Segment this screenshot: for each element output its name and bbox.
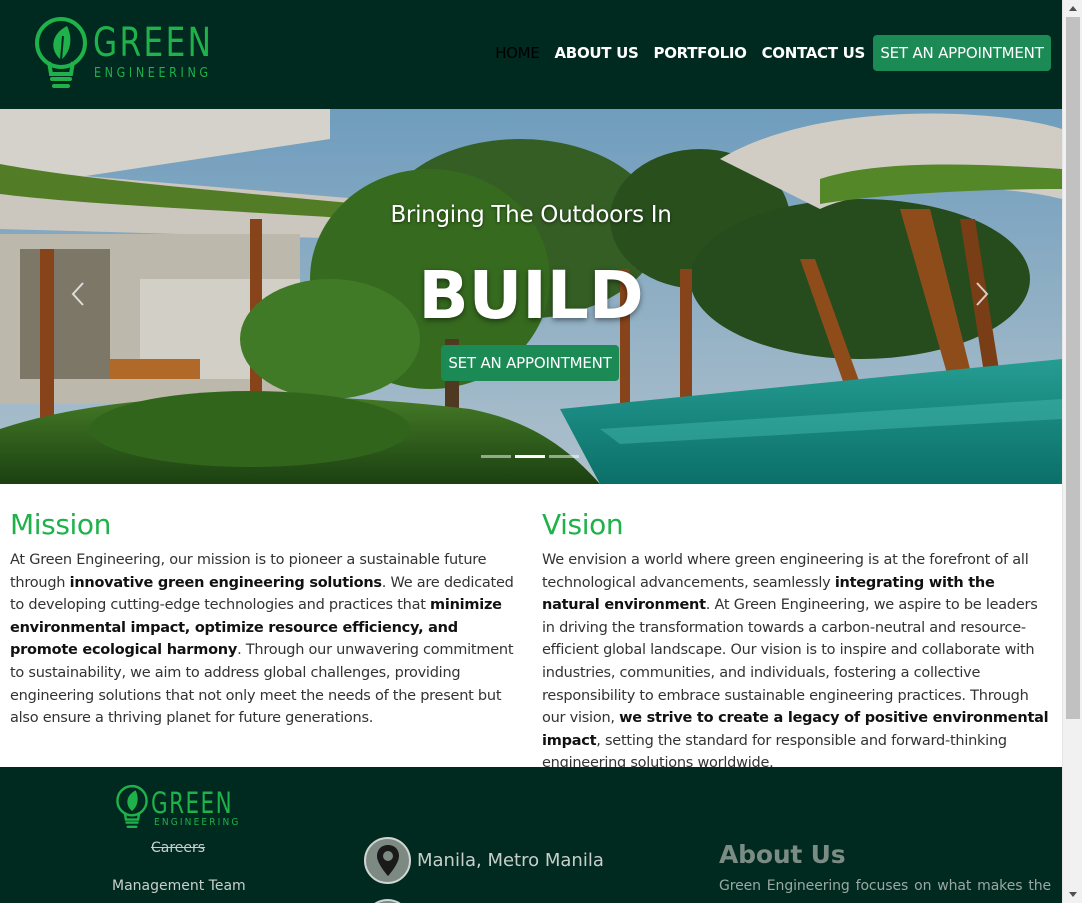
scrollbar-thumb[interactable] (1066, 17, 1080, 719)
hero-title: BUILD (418, 257, 644, 334)
footer-about-text: Green Engineering focuses on what makes … (719, 878, 1051, 894)
footer-logo[interactable]: GREEN ENGINEERING (115, 784, 245, 834)
footer-location: Manila, Metro Manila (364, 837, 604, 884)
hero-appointment-button[interactable]: SET AN APPOINTMENT (441, 345, 619, 381)
footer: GREEN ENGINEERING Careers Management Tea… (0, 767, 1062, 903)
mission-block: Mission At Green Engineering, our missio… (10, 508, 522, 730)
nav-link-about-us[interactable]: ABOUT US (555, 44, 639, 62)
contact-icon (364, 899, 411, 903)
lightbulb-leaf-icon (35, 17, 87, 88)
set-appointment-button[interactable]: SET AN APPOINTMENT (873, 35, 1051, 71)
footer-about-heading: About Us (719, 840, 846, 869)
brand-logo[interactable]: GREEN ENGINEERING (33, 16, 223, 96)
footer-brand-name: GREEN (151, 786, 234, 820)
navbar: GREEN ENGINEERING HOME ABOUT US PORTFOLI… (0, 0, 1062, 109)
vision-heading: Vision (542, 508, 624, 541)
nav-link-portfolio[interactable]: PORTFOLIO (654, 44, 747, 62)
nav-link-home[interactable]: HOME (495, 44, 540, 62)
hero-tagline: Bringing The Outdoors In (390, 202, 672, 228)
carousel-indicator-2[interactable] (515, 455, 545, 458)
mission-vision-section: Mission At Green Engineering, our missio… (0, 484, 1062, 771)
brand-subtitle: ENGINEERING (94, 66, 212, 81)
carousel-indicators (481, 455, 579, 458)
lightbulb-leaf-icon (116, 784, 148, 829)
chevron-right-icon (976, 282, 989, 306)
scroll-down-arrow-icon[interactable] (1063, 886, 1082, 903)
mission-text: At Green Engineering, our mission is to … (10, 552, 514, 727)
main-nav: HOME ABOUT US PORTFOLIO CONTACT US (495, 44, 865, 62)
vision-text: We envision a world where green engineer… (542, 552, 1049, 772)
nav-link-contact-us[interactable]: CONTACT US (762, 44, 866, 62)
vision-block: Vision We envision a world where green e… (542, 508, 1054, 775)
map-pin-icon (364, 837, 411, 884)
footer-brand-subtitle: ENGINEERING (154, 817, 241, 828)
footer-link-management-team[interactable]: Management Team (112, 878, 246, 894)
brand-name: GREEN (93, 20, 214, 66)
mission-heading: Mission (10, 508, 111, 541)
chevron-left-icon (71, 282, 84, 306)
footer-location-text: Manila, Metro Manila (417, 850, 604, 871)
page-scrollbar[interactable] (1062, 0, 1082, 903)
carousel-indicator-1[interactable] (481, 455, 511, 458)
hero-carousel: Bringing The Outdoors In BUILD SET AN AP… (0, 109, 1062, 484)
carousel-prev-button[interactable] (64, 279, 94, 309)
footer-link-careers[interactable]: Careers (151, 840, 205, 856)
scroll-up-arrow-icon[interactable] (1063, 0, 1082, 17)
carousel-indicator-3[interactable] (549, 455, 579, 458)
carousel-next-button[interactable] (966, 279, 996, 309)
